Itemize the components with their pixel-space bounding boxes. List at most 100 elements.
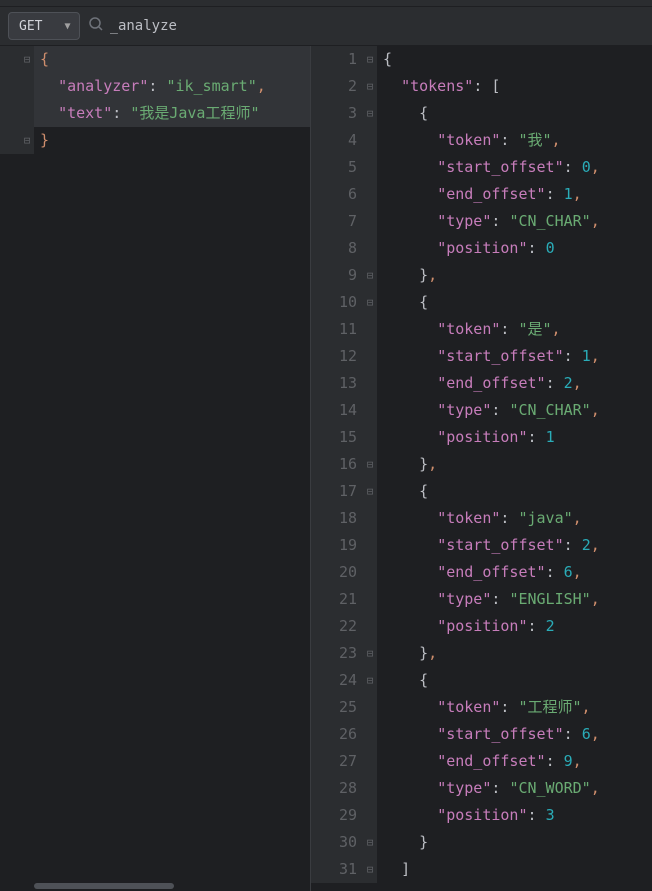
- line-number: 30: [311, 829, 363, 856]
- fold-gutter[interactable]: [363, 235, 377, 262]
- fold-gutter[interactable]: [363, 721, 377, 748]
- line-number: 6: [311, 181, 363, 208]
- fold-gutter[interactable]: [363, 397, 377, 424]
- fold-gutter[interactable]: ⊟: [363, 46, 377, 73]
- code-line[interactable]: "type": "CN_CHAR",: [377, 397, 652, 424]
- line-number: 18: [311, 505, 363, 532]
- code-line[interactable]: "position": 3: [377, 802, 652, 829]
- fold-gutter[interactable]: [363, 154, 377, 181]
- fold-gutter[interactable]: [363, 586, 377, 613]
- code-line[interactable]: }: [34, 127, 310, 154]
- fold-gutter[interactable]: [363, 748, 377, 775]
- code-line[interactable]: "start_offset": 0,: [377, 154, 652, 181]
- http-method-label: GET: [19, 19, 42, 34]
- fold-icon[interactable]: ⊟: [367, 270, 374, 281]
- line-number: 1: [311, 46, 363, 73]
- fold-gutter[interactable]: [20, 100, 34, 127]
- code-line[interactable]: "end_offset": 1,: [377, 181, 652, 208]
- fold-gutter[interactable]: ⊟: [363, 667, 377, 694]
- fold-icon[interactable]: ⊟: [367, 297, 374, 308]
- fold-gutter[interactable]: ⊟: [363, 640, 377, 667]
- fold-gutter[interactable]: [363, 370, 377, 397]
- code-line[interactable]: }: [377, 829, 652, 856]
- code-line[interactable]: {: [377, 478, 652, 505]
- fold-gutter[interactable]: [363, 532, 377, 559]
- fold-gutter[interactable]: [363, 613, 377, 640]
- code-line[interactable]: "token": "工程师",: [377, 694, 652, 721]
- code-line[interactable]: "token": "是",: [377, 316, 652, 343]
- fold-gutter[interactable]: [363, 559, 377, 586]
- fold-icon[interactable]: ⊟: [367, 837, 374, 848]
- fold-gutter[interactable]: ⊟: [363, 262, 377, 289]
- http-method-select[interactable]: GET ▼: [8, 12, 80, 40]
- fold-gutter[interactable]: [363, 208, 377, 235]
- code-line[interactable]: "end_offset": 2,: [377, 370, 652, 397]
- fold-icon[interactable]: ⊟: [24, 135, 31, 146]
- fold-gutter[interactable]: ⊟: [20, 127, 34, 154]
- line-number: 5: [311, 154, 363, 181]
- horizontal-scrollbar[interactable]: [34, 883, 174, 889]
- fold-icon[interactable]: ⊟: [24, 54, 31, 65]
- code-line[interactable]: "start_offset": 6,: [377, 721, 652, 748]
- code-line[interactable]: "text": "我是Java工程师": [34, 100, 310, 127]
- code-line[interactable]: {: [377, 667, 652, 694]
- code-line[interactable]: "start_offset": 2,: [377, 532, 652, 559]
- code-line[interactable]: "position": 2: [377, 613, 652, 640]
- fold-icon[interactable]: ⊟: [367, 81, 374, 92]
- code-line[interactable]: "tokens": [: [377, 73, 652, 100]
- code-line[interactable]: },: [377, 640, 652, 667]
- line-number: [0, 100, 20, 127]
- fold-icon[interactable]: ⊟: [367, 54, 374, 65]
- fold-icon[interactable]: ⊟: [367, 864, 374, 875]
- code-line[interactable]: {: [34, 46, 310, 73]
- fold-gutter[interactable]: ⊟: [363, 100, 377, 127]
- fold-icon[interactable]: ⊟: [367, 675, 374, 686]
- code-line[interactable]: ]: [377, 856, 652, 883]
- code-line[interactable]: "type": "ENGLISH",: [377, 586, 652, 613]
- line-number: 9: [311, 262, 363, 289]
- fold-icon[interactable]: ⊟: [367, 486, 374, 497]
- fold-icon[interactable]: ⊟: [367, 648, 374, 659]
- fold-icon[interactable]: ⊟: [367, 459, 374, 470]
- fold-gutter[interactable]: [363, 127, 377, 154]
- fold-gutter[interactable]: [363, 316, 377, 343]
- url-input[interactable]: [110, 18, 644, 34]
- request-editor[interactable]: ⊟{ "analyzer": "ik_smart", "text": "我是Ja…: [0, 46, 310, 891]
- code-line[interactable]: "type": "CN_WORD",: [377, 775, 652, 802]
- fold-gutter[interactable]: [363, 775, 377, 802]
- code-line[interactable]: "type": "CN_CHAR",: [377, 208, 652, 235]
- code-line[interactable]: "end_offset": 9,: [377, 748, 652, 775]
- fold-gutter[interactable]: ⊟: [363, 73, 377, 100]
- code-line[interactable]: {: [377, 46, 652, 73]
- fold-gutter[interactable]: ⊟: [363, 856, 377, 883]
- code-line[interactable]: "token": "java",: [377, 505, 652, 532]
- fold-gutter[interactable]: ⊟: [363, 289, 377, 316]
- response-editor[interactable]: 1⊟{2⊟ "tokens": [3⊟ {4 "token": "我",5 "s…: [311, 46, 652, 891]
- code-line[interactable]: {: [377, 289, 652, 316]
- line-number: 15: [311, 424, 363, 451]
- fold-gutter[interactable]: [363, 802, 377, 829]
- code-line[interactable]: "position": 1: [377, 424, 652, 451]
- code-line[interactable]: "analyzer": "ik_smart",: [34, 73, 310, 100]
- fold-gutter[interactable]: [363, 694, 377, 721]
- code-line[interactable]: "start_offset": 1,: [377, 343, 652, 370]
- code-line[interactable]: "position": 0: [377, 235, 652, 262]
- fold-gutter[interactable]: [363, 343, 377, 370]
- fold-gutter[interactable]: ⊟: [363, 829, 377, 856]
- fold-gutter[interactable]: ⊟: [20, 46, 34, 73]
- fold-icon[interactable]: ⊟: [367, 108, 374, 119]
- code-line[interactable]: },: [377, 451, 652, 478]
- line-number: 2: [311, 73, 363, 100]
- fold-gutter[interactable]: [363, 505, 377, 532]
- code-line[interactable]: {: [377, 100, 652, 127]
- line-number: [0, 73, 20, 100]
- code-line[interactable]: "token": "我",: [377, 127, 652, 154]
- code-line[interactable]: "end_offset": 6,: [377, 559, 652, 586]
- fold-gutter[interactable]: ⊟: [363, 451, 377, 478]
- line-number: 25: [311, 694, 363, 721]
- fold-gutter[interactable]: [363, 181, 377, 208]
- fold-gutter[interactable]: ⊟: [363, 478, 377, 505]
- fold-gutter[interactable]: [363, 424, 377, 451]
- code-line[interactable]: },: [377, 262, 652, 289]
- fold-gutter[interactable]: [20, 73, 34, 100]
